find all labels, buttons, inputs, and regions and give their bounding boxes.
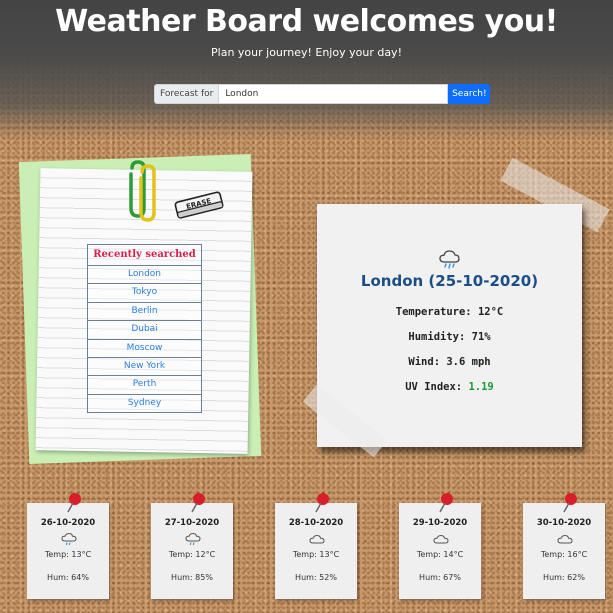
cloud-icon xyxy=(309,534,325,544)
header-band: Weather Board welcomes you! Plan your jo… xyxy=(0,0,613,140)
paperclip-icon xyxy=(129,160,156,222)
rain-cloud-icon xyxy=(61,532,77,546)
forecast-date: 26-10-2020 xyxy=(40,518,96,528)
uv-label: UV Index: xyxy=(405,381,463,393)
history-item-perth[interactable]: Perth xyxy=(88,376,201,395)
current-humidity: Humidity: 71% xyxy=(408,331,491,343)
search-history-list: Recently searched London Tokyo Berlin Du… xyxy=(87,244,202,414)
forecast-humidity: Hum: 67% xyxy=(419,573,461,582)
history-item-sydney[interactable]: Sydney xyxy=(88,395,201,412)
current-wind: Wind: 3.6 mph xyxy=(408,356,491,368)
forecast-card: 26-10-2020 Temp: 13°C Hum: 64% xyxy=(27,493,109,599)
history-item-london[interactable]: London xyxy=(88,266,201,285)
current-weather-card: London (25-10-2020) Temperature: 12°C Hu… xyxy=(317,204,582,447)
forecast-date: 27-10-2020 xyxy=(164,518,220,528)
current-uv-row: UV Index: 1.19 xyxy=(317,381,582,393)
page-subtitle: Plan your journey! Enjoy your day! xyxy=(211,46,402,59)
history-item-new-york[interactable]: New York xyxy=(88,358,201,377)
cloud-icon xyxy=(557,534,573,544)
pushpin-icon xyxy=(67,493,81,513)
current-city-title: London (25-10-2020) xyxy=(360,272,539,290)
history-heading: Recently searched xyxy=(88,245,201,266)
forecast-temp: Temp: 16°C xyxy=(540,550,588,559)
rain-cloud-icon xyxy=(185,532,201,546)
forecast-card: 30-10-2020 Temp: 16°C Hum: 62% xyxy=(523,493,605,599)
cloud-icon xyxy=(433,534,449,544)
pushpin-icon xyxy=(191,493,205,513)
search-bar: Forecast for Search! xyxy=(154,84,491,104)
forecast-temp: Temp: 13°C xyxy=(292,550,340,559)
pushpin-icon xyxy=(439,493,453,513)
history-item-dubai[interactable]: Dubai xyxy=(88,321,201,340)
rain-cloud-icon xyxy=(439,250,460,269)
history-item-moscow[interactable]: Moscow xyxy=(88,340,201,358)
forecast-humidity: Hum: 85% xyxy=(171,573,213,582)
forecast-date: 28-10-2020 xyxy=(288,518,344,528)
pushpin-icon xyxy=(315,493,329,513)
search-button[interactable]: Search! xyxy=(448,84,491,104)
forecast-humidity: Hum: 52% xyxy=(295,573,337,582)
forecast-card: 27-10-2020 Temp: 12°C Hum: 85% xyxy=(151,493,233,599)
search-addon-label: Forecast for xyxy=(154,84,219,104)
uv-value: 1.19 xyxy=(468,381,494,393)
forecast-card: 28-10-2020 Temp: 13°C Hum: 52% xyxy=(275,493,357,599)
forecast-card: 29-10-2020 Temp: 14°C Hum: 67% xyxy=(399,493,481,599)
city-search-input[interactable] xyxy=(218,84,449,104)
forecast-date: 29-10-2020 xyxy=(412,518,468,528)
page-title: Weather Board welcomes you! xyxy=(55,4,558,39)
current-temperature: Temperature: 12°C xyxy=(395,306,504,318)
eraser-button[interactable]: ERASE xyxy=(172,190,226,220)
forecast-humidity: Hum: 64% xyxy=(47,573,89,582)
history-item-tokyo[interactable]: Tokyo xyxy=(88,284,201,303)
forecast-date: 30-10-2020 xyxy=(536,518,592,528)
forecast-temp: Temp: 12°C xyxy=(168,550,216,559)
forecast-humidity: Hum: 62% xyxy=(543,573,585,582)
pushpin-icon xyxy=(563,493,577,513)
forecast-temp: Temp: 14°C xyxy=(416,550,464,559)
history-item-berlin[interactable]: Berlin xyxy=(88,303,201,322)
forecast-temp: Temp: 13°C xyxy=(44,550,92,559)
